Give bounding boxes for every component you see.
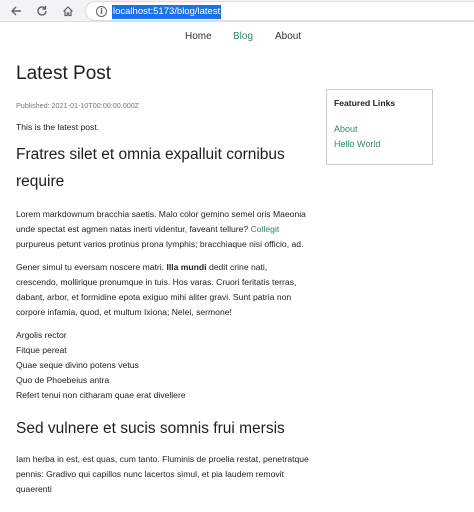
verse-line: Quo de Phoebeius antra <box>16 375 110 385</box>
featured-link-about[interactable]: About <box>334 122 425 137</box>
paragraph-2: Gener simul tu eversam noscere matri. Il… <box>16 262 297 317</box>
verse-lines: Argolis rector Fitque pereat Quae seque … <box>16 328 311 403</box>
verse-line: Argolis rector <box>16 330 67 340</box>
paragraph-3: Iam herba in est, est quas, cum tanto. F… <box>16 454 309 494</box>
reload-icon[interactable] <box>32 2 52 20</box>
verse-line: Quae seque divino potens vetus <box>16 360 139 370</box>
paragraph-1: Lorem markdownum bracchia saetis. Malo c… <box>16 209 306 249</box>
back-arrow-icon[interactable] <box>6 2 26 20</box>
nav-link-home[interactable]: Home <box>185 31 212 43</box>
post-intro: This is the latest post. <box>16 122 100 132</box>
section-heading-1: Fratres silet et omnia expalluit cornibu… <box>16 146 285 190</box>
featured-link-hello-world[interactable]: Hello World <box>334 137 425 152</box>
url-text[interactable]: localhost:5173/blog/latest <box>112 5 222 19</box>
site-nav: Home Blog About <box>0 31 474 45</box>
section-heading-2: Sed vulnere et sucis somnis frui mersis <box>16 420 285 437</box>
nav-link-blog[interactable]: Blog <box>233 31 253 43</box>
published-date: Published: 2021-01-10T00:00:00.000Z <box>16 101 140 110</box>
home-icon[interactable] <box>58 2 78 20</box>
verse-line: Fitque pereat <box>16 345 67 355</box>
collegit-link[interactable]: Collegit <box>251 224 280 234</box>
nav-link-about[interactable]: About <box>275 31 301 43</box>
address-bar[interactable]: i localhost:5173/blog/latest <box>85 1 474 21</box>
page-title: Latest Post <box>16 63 112 84</box>
featured-links-list: About Hello World <box>334 122 425 152</box>
verse-line: Refert tenui non citharam quae erat dive… <box>16 390 186 400</box>
post-content: Latest Post Published: 2021-01-10T00:00:… <box>16 62 311 497</box>
site-info-icon[interactable]: i <box>96 6 107 17</box>
featured-links-panel: Featured Links About Hello World <box>326 89 433 165</box>
bold-text: Illa mundi <box>166 262 207 272</box>
featured-links-title: Featured Links <box>334 98 396 108</box>
browser-toolbar: i localhost:5173/blog/latest <box>0 0 474 22</box>
